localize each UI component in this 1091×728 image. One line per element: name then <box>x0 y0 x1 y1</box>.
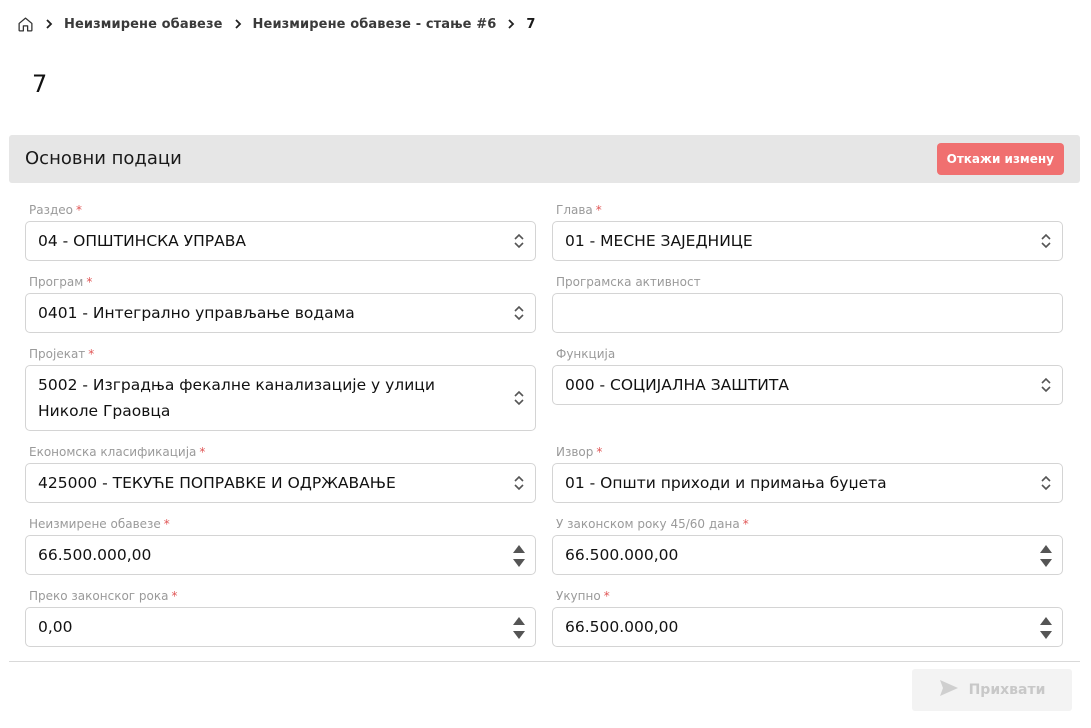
program-select[interactable]: 0401 - Интегрално управљање водама <box>25 293 536 333</box>
accept-button[interactable]: Прихвати <box>912 669 1072 711</box>
razdeo-field: Раздео * 04 - ОПШТИНСКА УПРАВА <box>25 202 536 261</box>
breadcrumb-current: 7 <box>526 16 536 32</box>
within-deadline-field: У законском року 45/60 дана * 66.500.000,… <box>552 516 1063 575</box>
unpaid-obligations-input[interactable]: 66.500.000,00 <box>25 535 536 575</box>
number-stepper-icon[interactable] <box>1038 542 1054 570</box>
chevron-right-icon <box>229 19 247 29</box>
accept-button-label: Прихвати <box>968 682 1046 698</box>
breadcrumb: Неизмирене обавезе Неизмирене обавезе - … <box>16 12 535 36</box>
razdeo-select[interactable]: 04 - ОПШТИНСКА УПРАВА <box>25 221 536 261</box>
within-deadline-value: 66.500.000,00 <box>565 546 679 564</box>
economic-class-value: 425000 - ТЕКУЋЕ ПОПРАВКЕ И ОДРЖАВАЊЕ <box>38 474 396 492</box>
function-select[interactable]: 000 - СОЦИЈАЛНА ЗАШТИТА <box>552 365 1063 405</box>
project-value: 5002 - Изградња фекалне канализације у у… <box>38 376 435 420</box>
home-icon[interactable] <box>16 15 34 33</box>
program-activity-field: Програмска активност <box>552 274 1063 333</box>
required-mark: * <box>595 203 602 217</box>
total-label: Укупно * <box>556 589 610 603</box>
function-value: 000 - СОЦИЈАЛНА ЗАШТИТА <box>565 376 789 394</box>
source-select[interactable]: 01 - Општи приходи и примања буџета <box>552 463 1063 503</box>
source-value: 01 - Општи приходи и примања буџета <box>565 474 887 492</box>
select-arrows-icon <box>1040 376 1052 394</box>
select-arrows-icon <box>513 232 525 250</box>
number-stepper-icon[interactable] <box>511 542 527 570</box>
send-icon <box>939 679 959 701</box>
unpaid-obligations-label: Неизмирене обавезе * <box>29 517 170 531</box>
within-deadline-label: У законском року 45/60 дана * <box>556 517 749 531</box>
razdeo-label: Раздео * <box>29 203 82 217</box>
function-label: Функција <box>556 347 616 361</box>
economic-class-field: Економска класификација * 425000 - ТЕКУЋЕ… <box>25 444 536 503</box>
required-mark: * <box>86 275 93 289</box>
program-label: Програм * <box>29 275 93 289</box>
chevron-right-icon <box>502 19 520 29</box>
select-arrows-icon <box>1040 474 1052 492</box>
source-field: Извор * 01 - Општи приходи и примања буџе… <box>552 444 1063 503</box>
over-deadline-label: Преко законског рока * <box>29 589 178 603</box>
required-mark: * <box>199 445 206 459</box>
chevron-right-icon <box>40 19 58 29</box>
total-field: Укупно * 66.500.000,00 <box>552 588 1063 647</box>
page-title: 7 <box>32 70 48 98</box>
total-input[interactable]: 66.500.000,00 <box>552 607 1063 647</box>
section-title: Основни подаци <box>25 148 182 169</box>
source-label: Извор * <box>556 445 603 459</box>
program-field: Програм * 0401 - Интегрално управљање вод… <box>25 274 536 333</box>
required-mark: * <box>163 517 170 531</box>
breadcrumb-link-state[interactable]: Неизмирене обавезе - стање #6 <box>253 17 497 32</box>
footer-divider <box>9 661 1080 662</box>
glava-field: Глава * 01 - МЕСНЕ ЗАЈЕДНИЦЕ <box>552 202 1063 261</box>
total-value: 66.500.000,00 <box>565 618 679 636</box>
project-select[interactable]: 5002 - Изградња фекалне канализације у у… <box>25 365 536 431</box>
required-mark: * <box>742 517 749 531</box>
program-value: 0401 - Интегрално управљање водама <box>38 304 355 322</box>
required-mark: * <box>603 589 610 603</box>
number-stepper-icon[interactable] <box>511 614 527 642</box>
required-mark: * <box>76 203 82 217</box>
economic-class-select[interactable]: 425000 - ТЕКУЋЕ ПОПРАВКЕ И ОДРЖАВАЊЕ <box>25 463 536 503</box>
unpaid-obligations-field: Неизмирене обавезе * 66.500.000,00 <box>25 516 536 575</box>
cancel-edit-button[interactable]: Откажи измену <box>936 143 1064 175</box>
unpaid-obligations-value: 66.500.000,00 <box>38 546 152 564</box>
select-arrows-icon <box>513 389 525 407</box>
select-arrows-icon <box>1040 232 1052 250</box>
over-deadline-value: 0,00 <box>38 618 73 636</box>
within-deadline-input[interactable]: 66.500.000,00 <box>552 535 1063 575</box>
project-field: Пројекат * 5002 - Изградња фекалне канали… <box>25 346 536 431</box>
glava-select[interactable]: 01 - МЕСНЕ ЗАЈЕДНИЦЕ <box>552 221 1063 261</box>
select-arrows-icon <box>513 474 525 492</box>
function-field: Функција 000 - СОЦИЈАЛНА ЗАШТИТА <box>552 346 1063 405</box>
program-activity-label: Програмска активност <box>556 275 701 289</box>
required-mark: * <box>171 589 178 603</box>
select-arrows-icon <box>513 304 525 322</box>
project-label: Пројекат * <box>29 347 95 361</box>
glava-label: Глава * <box>556 203 602 217</box>
over-deadline-field: Преко законског рока * 0,00 <box>25 588 536 647</box>
economic-class-label: Економска класификација * <box>29 445 206 459</box>
over-deadline-input[interactable]: 0,00 <box>25 607 536 647</box>
razdeo-value: 04 - ОПШТИНСКА УПРАВА <box>38 232 246 250</box>
required-mark: * <box>88 347 95 361</box>
required-mark: * <box>596 445 603 459</box>
program-activity-input[interactable] <box>552 293 1063 333</box>
number-stepper-icon[interactable] <box>1038 614 1054 642</box>
glava-value: 01 - МЕСНЕ ЗАЈЕДНИЦЕ <box>565 232 753 250</box>
section-header: Основни подаци Откажи измену <box>9 135 1080 183</box>
breadcrumb-link-obligations[interactable]: Неизмирене обавезе <box>64 17 223 32</box>
